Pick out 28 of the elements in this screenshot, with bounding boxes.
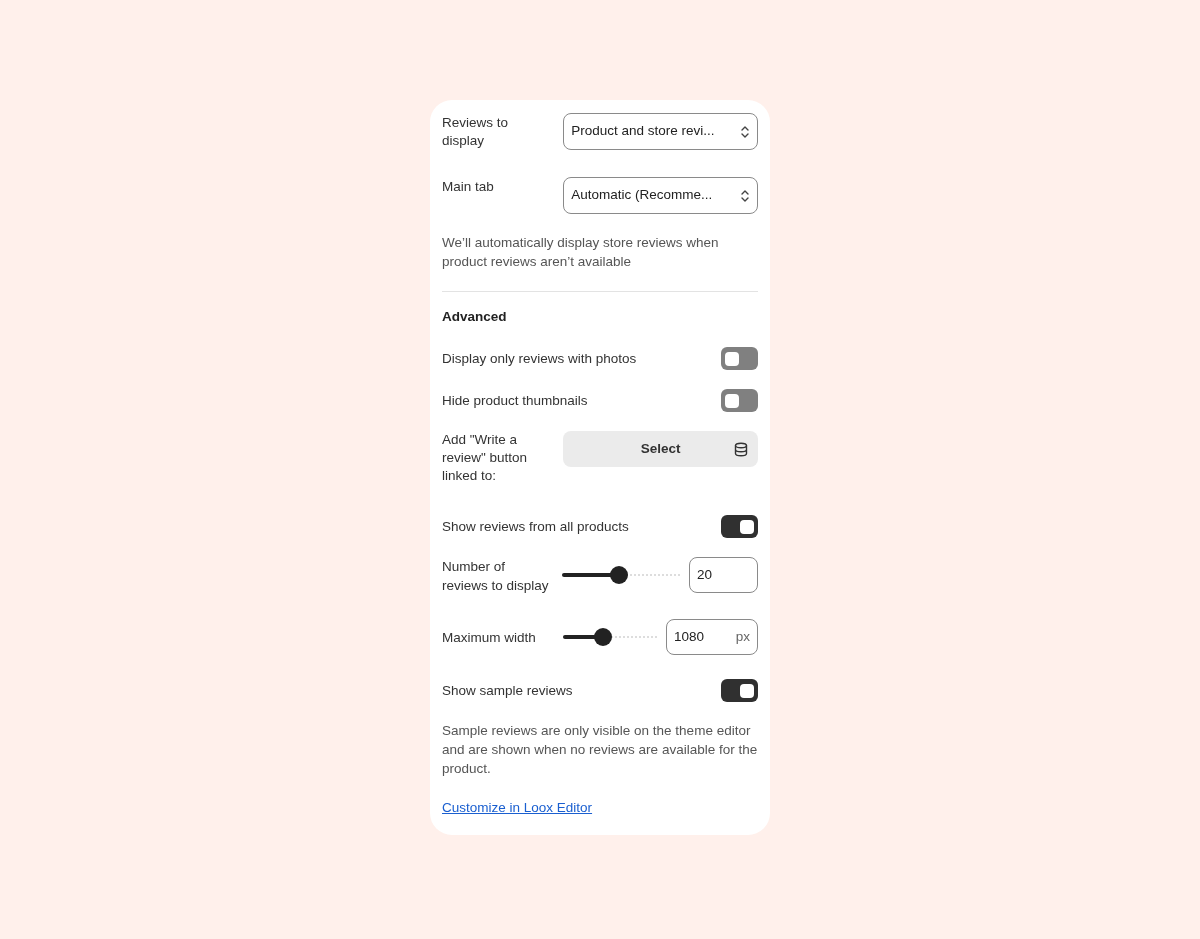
number-field[interactable]: 20 (689, 557, 758, 594)
toggle-label: Hide product thumbnails (442, 391, 588, 410)
toggle-label: Display only reviews with photos (442, 349, 637, 368)
unit-label: px (735, 628, 750, 647)
slider-label: Maximum width (442, 628, 537, 647)
chevron-up-down-icon (740, 188, 750, 203)
select-field[interactable]: Product and store revi... (563, 113, 758, 150)
toggle-label: Show sample reviews (442, 681, 573, 700)
editor-link[interactable]: Customize in Loox Editor (442, 798, 593, 819)
help-text: We’ll automatically display store reviews when product reviews aren’t available (442, 234, 720, 271)
field-label: Main tab (442, 178, 495, 196)
field-label: Add "Write a review" button linked to: (442, 431, 529, 486)
help-text: Sample reviews are only visible on the theme editor and are shown when no reviews are available for the product. (442, 722, 758, 779)
database-icon (734, 441, 748, 457)
toggle-label: Show reviews from all products (442, 517, 629, 536)
slider-track[interactable] (562, 566, 680, 585)
slider-track[interactable] (563, 628, 657, 647)
section-heading: Advanced (442, 308, 508, 326)
number-field[interactable]: 1080 px (666, 619, 758, 656)
select-button[interactable]: Select (563, 431, 758, 468)
toggle-switch[interactable] (721, 389, 758, 413)
toggle-switch[interactable] (721, 515, 758, 539)
slider-label: Number of reviews to display (442, 558, 550, 596)
toggle-switch[interactable] (721, 347, 758, 371)
chevron-up-down-icon (740, 124, 750, 139)
toggle-switch[interactable] (721, 679, 758, 703)
select-field[interactable]: Automatic (Recomme... (563, 177, 758, 214)
field-label: Reviews to display (442, 114, 510, 150)
